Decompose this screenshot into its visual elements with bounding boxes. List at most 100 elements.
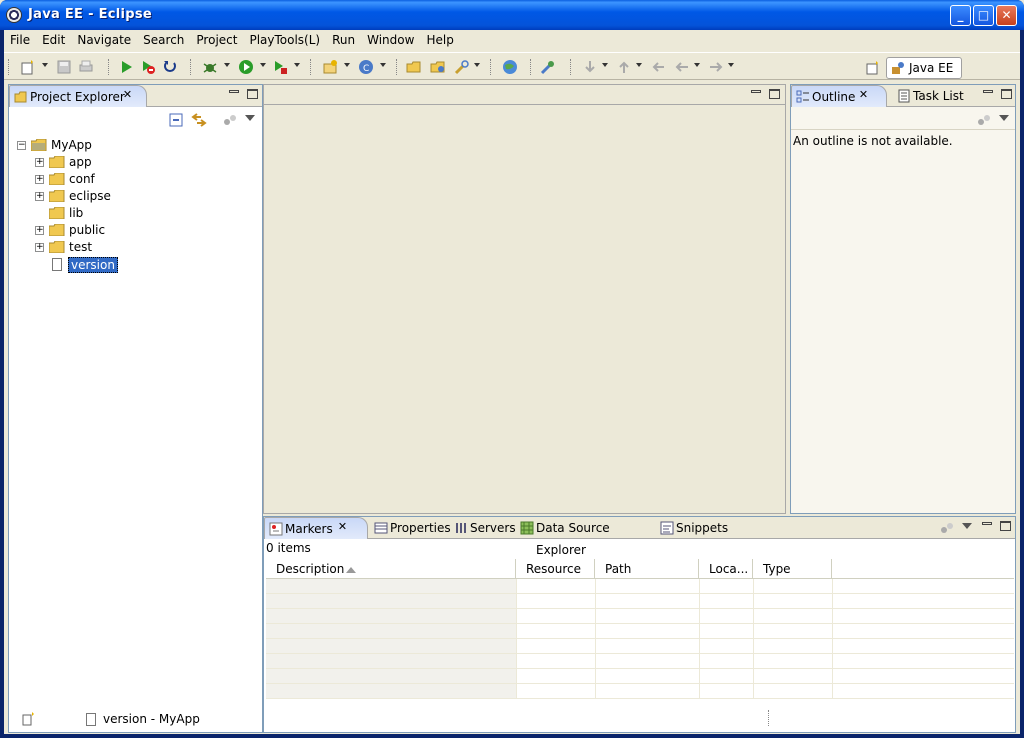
run-dropdown-icon[interactable] bbox=[260, 63, 266, 67]
new-class-dropdown-icon[interactable] bbox=[380, 63, 386, 67]
markers-dropdown-icon[interactable] bbox=[962, 523, 972, 529]
tab-markers[interactable]: Markers ✕ bbox=[264, 517, 368, 539]
expand-icon[interactable]: + bbox=[35, 175, 44, 184]
new-icon[interactable] bbox=[20, 59, 36, 75]
tree-item-myapp[interactable]: − MyApp bbox=[9, 137, 259, 154]
menu-search[interactable]: Search bbox=[137, 30, 190, 50]
minimize-button[interactable]: _ bbox=[950, 5, 971, 26]
debug-icon[interactable] bbox=[202, 59, 218, 75]
menu-window[interactable]: Window bbox=[361, 30, 420, 50]
maximize-view-icon[interactable] bbox=[247, 89, 258, 99]
expand-icon[interactable]: + bbox=[35, 243, 44, 252]
search-dropdown-icon[interactable] bbox=[474, 63, 480, 67]
tab-data-source-explorer[interactable]: Data Source Explorer bbox=[516, 517, 652, 557]
close-button[interactable]: ✕ bbox=[996, 5, 1017, 26]
tree-item-app[interactable]: + app bbox=[9, 154, 259, 171]
open-perspective-tool-icon[interactable] bbox=[540, 59, 556, 75]
menu-edit[interactable]: Edit bbox=[36, 30, 71, 50]
tree-item-lib[interactable]: lib bbox=[9, 205, 259, 222]
refresh-icon[interactable] bbox=[162, 59, 178, 75]
view-dropdown-icon[interactable] bbox=[245, 115, 255, 121]
open-perspective-icon[interactable] bbox=[866, 61, 880, 75]
forward-icon[interactable] bbox=[708, 59, 724, 75]
tree-item-conf[interactable]: + conf bbox=[9, 171, 259, 188]
close-tab-icon[interactable]: ✕ bbox=[337, 521, 348, 533]
menu-playtools[interactable]: PlayTools(L) bbox=[243, 30, 326, 50]
tab-project-explorer[interactable]: Project Explorer ✕ bbox=[9, 85, 147, 107]
close-tab-icon[interactable]: ✕ bbox=[858, 89, 869, 101]
external-tools-icon[interactable] bbox=[272, 59, 288, 75]
maximize-view-icon[interactable] bbox=[1000, 521, 1011, 531]
new-dropdown-icon[interactable] bbox=[42, 63, 48, 67]
back-dropdown-icon[interactable] bbox=[694, 63, 700, 67]
link-with-editor-icon[interactable] bbox=[191, 113, 207, 127]
menu-help[interactable]: Help bbox=[420, 30, 459, 50]
forward-dropdown-icon[interactable] bbox=[728, 63, 734, 67]
next-annotation-dropdown-icon[interactable] bbox=[602, 63, 608, 67]
tab-snippets[interactable]: Snippets bbox=[656, 517, 728, 539]
column-description[interactable]: Description bbox=[266, 559, 516, 579]
servers-tab-label: Servers bbox=[470, 521, 516, 535]
menu-file[interactable]: File bbox=[4, 30, 36, 50]
table-row bbox=[266, 669, 1014, 684]
previous-annotation-icon[interactable] bbox=[616, 59, 632, 75]
menu-run[interactable]: Run bbox=[326, 30, 361, 50]
folder-icon bbox=[49, 241, 65, 253]
save-icon[interactable] bbox=[56, 59, 72, 75]
run-as-icon[interactable] bbox=[238, 59, 254, 75]
expand-icon[interactable]: + bbox=[35, 226, 44, 235]
new-server-icon[interactable] bbox=[322, 59, 338, 75]
close-tab-icon[interactable]: ✕ bbox=[122, 89, 133, 101]
minimize-view-icon[interactable] bbox=[229, 90, 239, 93]
column-location[interactable]: Loca... bbox=[699, 559, 753, 579]
new-class-icon[interactable]: C bbox=[358, 59, 374, 75]
last-edit-icon[interactable] bbox=[650, 59, 666, 75]
outline-view-menu-icon[interactable] bbox=[977, 113, 991, 127]
collapse-all-icon[interactable] bbox=[169, 113, 183, 127]
tree-item-public[interactable]: + public bbox=[9, 222, 259, 239]
markers-view-menu-icon[interactable] bbox=[940, 521, 954, 535]
status-separator bbox=[768, 710, 770, 726]
expand-icon[interactable]: + bbox=[35, 158, 44, 167]
print-icon[interactable] bbox=[78, 59, 94, 75]
run-icon[interactable] bbox=[118, 59, 134, 75]
collapse-icon[interactable]: − bbox=[17, 141, 26, 150]
new-server-dropdown-icon[interactable] bbox=[344, 63, 350, 67]
table-row bbox=[266, 609, 1014, 624]
menu-project[interactable]: Project bbox=[190, 30, 243, 50]
open-resource-icon[interactable] bbox=[430, 59, 446, 75]
column-path[interactable]: Path bbox=[595, 559, 699, 579]
previous-annotation-dropdown-icon[interactable] bbox=[636, 63, 642, 67]
minimize-view-icon[interactable] bbox=[982, 522, 992, 525]
minimize-editor-icon[interactable] bbox=[751, 90, 761, 93]
tree-item-eclipse[interactable]: + eclipse bbox=[9, 188, 259, 205]
tab-properties[interactable]: Properties bbox=[370, 517, 451, 539]
maximize-view-icon[interactable] bbox=[1001, 89, 1012, 99]
web-browser-icon[interactable] bbox=[502, 59, 518, 75]
tab-task-list[interactable]: Task List bbox=[893, 85, 969, 107]
column-resource[interactable]: Resource bbox=[516, 559, 595, 579]
folder-icon bbox=[49, 156, 65, 168]
open-type-icon[interactable] bbox=[406, 59, 422, 75]
maximize-editor-icon[interactable] bbox=[769, 89, 780, 99]
tab-servers[interactable]: Servers bbox=[450, 517, 516, 539]
menu-navigate[interactable]: Navigate bbox=[71, 30, 137, 50]
debug-dropdown-icon[interactable] bbox=[224, 63, 230, 67]
external-tools-dropdown-icon[interactable] bbox=[294, 63, 300, 67]
back-icon[interactable] bbox=[674, 59, 690, 75]
expand-icon[interactable]: + bbox=[35, 192, 44, 201]
title-bar[interactable]: Java EE - Eclipse _ □ ✕ bbox=[0, 0, 1024, 30]
search-icon[interactable] bbox=[454, 59, 470, 75]
fast-view-icon[interactable] bbox=[22, 712, 36, 726]
stop-icon[interactable] bbox=[140, 59, 156, 75]
next-annotation-icon[interactable] bbox=[582, 59, 598, 75]
view-menu-icon[interactable] bbox=[223, 113, 237, 127]
tree-item-version[interactable]: version bbox=[9, 256, 259, 273]
maximize-button[interactable]: □ bbox=[973, 5, 994, 26]
minimize-view-icon[interactable] bbox=[983, 90, 993, 93]
outline-dropdown-icon[interactable] bbox=[999, 115, 1009, 121]
tree-item-test[interactable]: + test bbox=[9, 239, 259, 256]
perspective-java-ee-button[interactable]: Java EE bbox=[886, 57, 962, 79]
column-type[interactable]: Type bbox=[753, 559, 832, 579]
tab-outline[interactable]: Outline ✕ bbox=[791, 85, 887, 107]
